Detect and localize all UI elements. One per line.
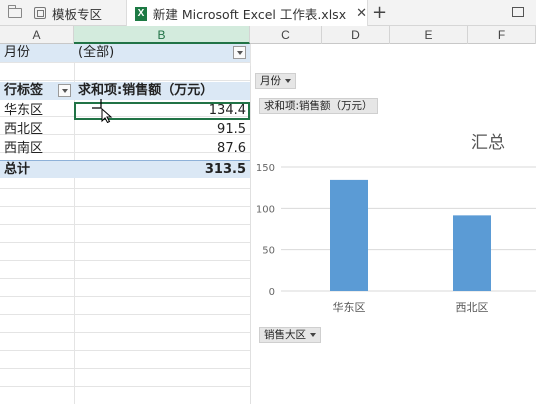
gridline	[0, 278, 250, 279]
y-tick-label: 150	[256, 163, 275, 174]
pivot-chart[interactable]: 月份 求和项:销售额（万元） 汇总 0 50 100 150 华东区 西北区 销售大区	[250, 66, 536, 404]
new-tab-icon[interactable]: +	[372, 2, 387, 23]
gridline	[0, 368, 250, 369]
gridline	[0, 332, 250, 333]
column-header-f[interactable]: F	[468, 26, 536, 44]
row-label[interactable]: 西北区	[4, 121, 43, 139]
row-labels-header: 行标签	[4, 83, 44, 98]
folder-icon[interactable]	[7, 5, 22, 18]
row-labels-dropdown-button[interactable]	[58, 84, 71, 97]
gridline	[0, 386, 250, 387]
x-tick-label: 华东区	[333, 300, 366, 314]
gridline	[0, 188, 250, 189]
gridline	[0, 350, 250, 351]
column-header-e[interactable]: E	[390, 26, 468, 44]
y-tick-label: 50	[262, 246, 275, 257]
column-header-a[interactable]: A	[0, 26, 74, 44]
cursor-icon	[92, 99, 113, 123]
column-header-c[interactable]: C	[250, 26, 322, 44]
x-tick-label: 西北区	[456, 301, 489, 314]
total-value[interactable]: 313.5	[74, 161, 246, 179]
value-header: 求和项:销售额（万元）	[78, 83, 214, 98]
gridline	[0, 224, 250, 225]
close-icon[interactable]: ✕	[356, 6, 367, 21]
chart-axis-field-button[interactable]: 销售大区	[259, 327, 321, 343]
gridline	[0, 296, 250, 297]
table-row: 西北区 91.5	[0, 121, 250, 139]
y-tick-label: 100	[256, 204, 275, 215]
tab-workbook[interactable]: X 新建 Microsoft Excel 工作表.xlsx ✕	[126, 0, 368, 27]
pivot-header-row: 行标签 求和项:销售额（万元）	[0, 82, 250, 100]
total-row: 总计 313.5	[0, 160, 250, 178]
excel-icon: X	[135, 6, 147, 21]
total-label: 总计	[4, 162, 31, 177]
chart-bar[interactable]	[330, 179, 368, 291]
tab-label: 模板专区	[52, 6, 103, 22]
tab-bar: 模板专区 X 新建 Microsoft Excel 工作表.xlsx ✕ +	[0, 0, 536, 27]
gridline	[0, 260, 250, 261]
template-icon	[34, 7, 46, 19]
y-tick-label: 0	[269, 287, 275, 298]
gridline	[0, 206, 250, 207]
column-headers: A B C D E F	[0, 26, 536, 44]
gridline	[0, 314, 250, 315]
chevron-down-icon	[310, 333, 316, 337]
filter-dropdown-button[interactable]	[233, 46, 246, 59]
filter-value[interactable]: (全部)	[78, 44, 114, 62]
column-header-d[interactable]: D	[322, 26, 390, 44]
row-label[interactable]: 西南区	[4, 140, 43, 158]
gridline	[0, 80, 250, 81]
tab-label: 新建 Microsoft Excel 工作表.xlsx	[152, 7, 347, 22]
tab-templates[interactable]: 模板专区	[0, 0, 126, 26]
chart-bar[interactable]	[453, 215, 491, 291]
pivot-filter-row: 月份 (全部)	[0, 44, 250, 62]
gridline	[0, 62, 250, 63]
column-header-b[interactable]: B	[74, 26, 250, 44]
filter-label: 月份	[4, 45, 31, 60]
window-restore-icon[interactable]	[512, 7, 524, 17]
chart-plot: 0 50 100 150 华东区 西北区	[256, 163, 536, 314]
row-value[interactable]: 87.6	[74, 140, 246, 158]
row-label[interactable]: 华东区	[4, 102, 43, 120]
gridline	[0, 242, 250, 243]
row-value[interactable]: 91.5	[74, 121, 246, 139]
table-row: 西南区 87.6	[0, 140, 250, 158]
